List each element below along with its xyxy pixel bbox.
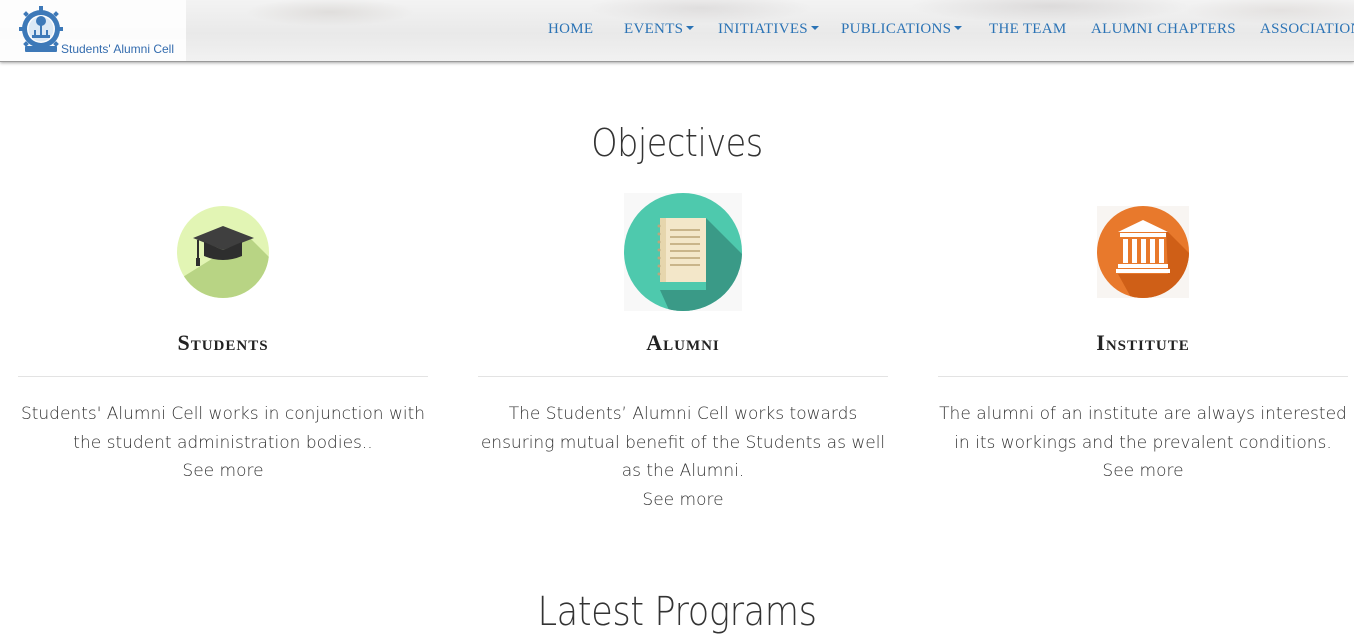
- caret-down-icon: [810, 26, 819, 30]
- students-divider: [18, 376, 428, 377]
- institute-title: Institute: [1096, 330, 1190, 355]
- nav-initiatives-label: INITIATIVES: [718, 21, 808, 37]
- nav-association-label: ASSOCIATION: [1260, 21, 1354, 37]
- nav-publications-label: PUBLICATIONS: [841, 21, 952, 37]
- alumni-divider: [478, 376, 888, 377]
- nav-publications[interactable]: PUBLICATIONS: [841, 21, 963, 41]
- nav-alumni-chapters[interactable]: ALUMNI CHAPTERS: [1091, 21, 1236, 41]
- institute-icon-container: [938, 190, 1348, 320]
- nav-events-label: EVENTS: [624, 21, 684, 37]
- students-title: Students: [177, 330, 269, 355]
- alumni-title: Alumni: [646, 330, 720, 355]
- main-nav: HOME EVENTS INITIATIVES PUBLICATIONS THE…: [0, 0, 1354, 61]
- alumni-description: The Students’ Alumni Cell works towards …: [480, 404, 886, 481]
- alumni-description-block: The Students’ Alumni Cell works towards …: [478, 400, 888, 514]
- objective-institute: Institute The alumni of an institute are…: [938, 190, 1348, 520]
- institute-building-icon: [1097, 206, 1189, 298]
- students-description: Students' Alumni Cell works in conjuncti…: [20, 404, 426, 453]
- students-icon-container: [18, 190, 428, 320]
- alumni-see-more-link[interactable]: See more: [478, 486, 888, 515]
- objectives-heading: Objectives: [591, 121, 763, 165]
- institute-divider: [938, 376, 1348, 377]
- caret-down-icon: [686, 26, 695, 30]
- notebook-icon: [624, 193, 742, 311]
- nav-events[interactable]: EVENTS: [624, 21, 695, 41]
- nav-home-label: HOME: [548, 21, 594, 37]
- institute-see-more-link[interactable]: See more: [938, 457, 1348, 486]
- top-navbar: Students' Alumni Cell HOME EVENTS INITIA…: [0, 0, 1354, 62]
- nav-the-team-label: THE TEAM: [989, 21, 1067, 37]
- caret-down-icon: [954, 26, 963, 30]
- latest-programs-heading: Latest Programs: [537, 589, 817, 635]
- nav-the-team[interactable]: THE TEAM: [989, 21, 1067, 41]
- institute-description-block: The alumni of an institute are always in…: [938, 400, 1348, 486]
- nav-association[interactable]: ASSOCIATION: [1260, 21, 1354, 41]
- graduation-cap-icon: [177, 206, 269, 298]
- institute-description: The alumni of an institute are always in…: [939, 404, 1347, 453]
- nav-home[interactable]: HOME: [548, 21, 593, 41]
- students-description-block: Students' Alumni Cell works in conjuncti…: [18, 400, 428, 486]
- nav-initiatives[interactable]: INITIATIVES: [718, 21, 819, 41]
- objective-students: Students Students' Alumni Cell works in …: [18, 190, 428, 520]
- objective-alumni: Alumni The Students’ Alumni Cell works t…: [478, 190, 888, 520]
- alumni-icon-container: [478, 190, 888, 320]
- nav-alumni-chapters-label: ALUMNI CHAPTERS: [1091, 21, 1236, 37]
- students-see-more-link[interactable]: See more: [18, 457, 428, 486]
